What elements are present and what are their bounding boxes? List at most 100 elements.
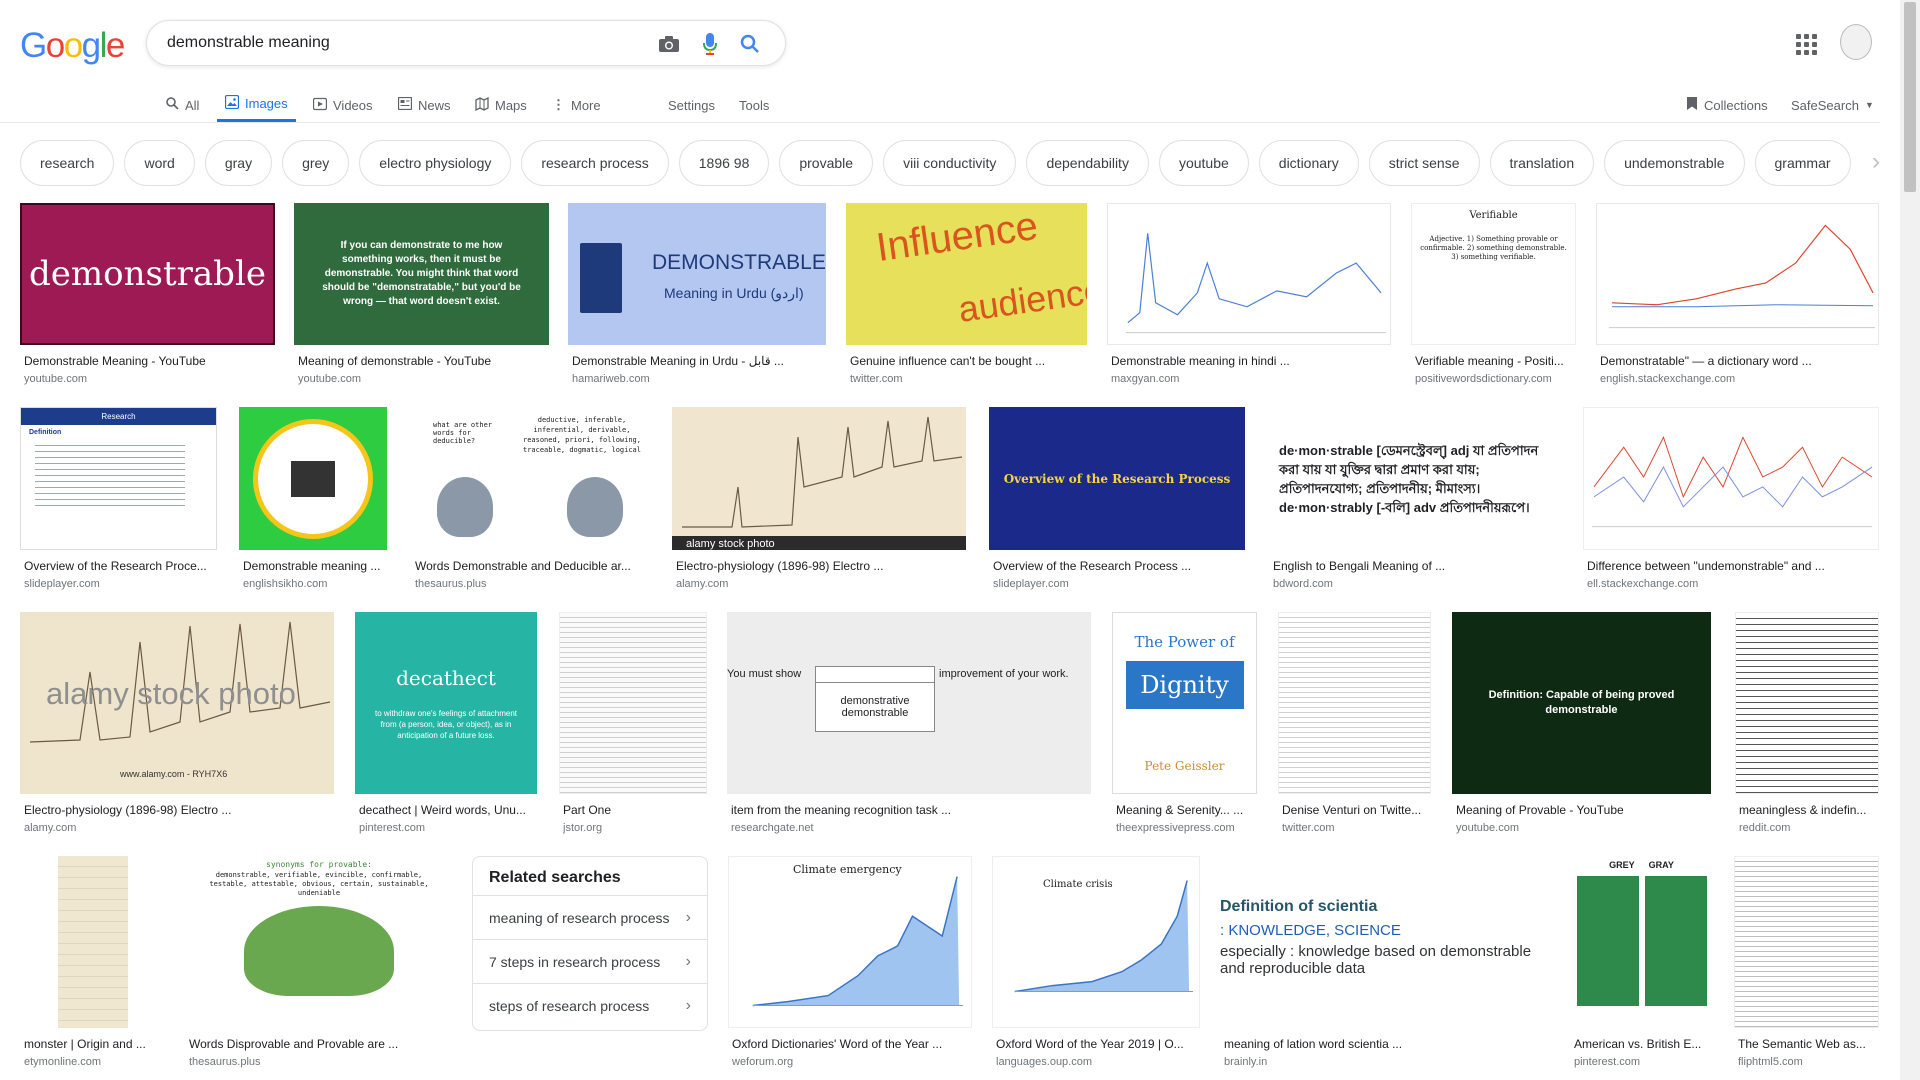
result-title[interactable]: item from the meaning recognition task .… (731, 803, 1091, 817)
image-result[interactable]: Demonstratable" — a dictionary word ... … (1596, 203, 1879, 388)
result-thumbnail[interactable]: Climate crisis (992, 856, 1200, 1028)
chip[interactable]: youtube (1158, 140, 1249, 186)
image-result[interactable]: GREY GRAY American vs. British E... pint… (1570, 856, 1713, 1071)
image-result[interactable]: Overview of the Research Process Overvie… (989, 407, 1245, 592)
result-site[interactable]: fliphtml5.com (1738, 1056, 1881, 1068)
result-thumbnail[interactable]: de·mon·strable [ডেমনস্ট্রেবল্] adj যা প্… (1269, 407, 1563, 550)
tab-all[interactable]: All (166, 88, 199, 122)
result-site[interactable]: twitter.com (850, 373, 1088, 385)
scrollbar-thumb[interactable] (1904, 2, 1916, 192)
chip[interactable]: viii conductivity (883, 140, 1017, 186)
chip[interactable]: provable (779, 140, 874, 186)
result-site[interactable]: languages.oup.com (996, 1056, 1200, 1068)
result-site[interactable]: positivewordsdictionary.com (1415, 373, 1577, 385)
result-site[interactable]: alamy.com (24, 822, 334, 834)
result-site[interactable]: youtube.com (24, 373, 274, 385)
result-site[interactable]: theexpressivepress.com (1116, 822, 1259, 834)
chip[interactable]: undemonstrable (1604, 140, 1745, 186)
search-input[interactable] (167, 34, 647, 52)
result-title[interactable]: Denise Venturi on Twitte... (1282, 803, 1432, 817)
result-thumbnail[interactable]: demonstrable (20, 203, 275, 345)
image-result[interactable]: monster | Origin and ... etymonline.com (20, 856, 166, 1071)
image-result[interactable]: The Power of Dignity Pete Geissler Meani… (1112, 612, 1257, 837)
result-title[interactable]: Electro-physiology (1896-98) Electro ... (676, 559, 966, 573)
result-site[interactable]: etymonline.com (24, 1056, 168, 1068)
result-title[interactable]: Part One (563, 803, 709, 817)
result-thumbnail[interactable] (239, 407, 387, 550)
tab-images[interactable]: Images (217, 88, 296, 122)
result-title[interactable]: Meaning of demonstrable - YouTube (298, 354, 548, 368)
image-result[interactable]: Definition: Capable of being proved demo… (1452, 612, 1711, 837)
related-search-item[interactable]: steps of research process › (473, 983, 707, 1027)
result-site[interactable]: thesaurus.plus (189, 1056, 453, 1068)
chip[interactable]: word (124, 140, 195, 186)
result-site[interactable]: maxgyan.com (1111, 373, 1391, 385)
result-site[interactable]: ell.stackexchange.com (1587, 578, 1879, 590)
image-result[interactable]: Demonstrable meaning ... englishsikho.co… (239, 407, 387, 592)
chip[interactable]: dictionary (1258, 140, 1359, 186)
result-site[interactable]: hamariweb.com (572, 373, 822, 385)
result-thumbnail[interactable]: Influence audience (846, 203, 1087, 345)
result-thumbnail[interactable]: Definition of scientia : KNOWLEDGE, SCIE… (1220, 856, 1549, 1028)
image-result[interactable]: alamy stock photo www.alamy.com - RYH7X6… (20, 612, 334, 837)
chip[interactable]: electro physiology (359, 140, 512, 186)
result-thumbnail[interactable]: Overview of the Research Process (989, 407, 1245, 550)
result-thumbnail[interactable]: Research Definition (20, 407, 217, 550)
result-thumbnail[interactable]: decathect to withdraw one's feelings of … (355, 612, 537, 794)
result-site[interactable]: slideplayer.com (993, 578, 1243, 590)
result-thumbnail[interactable]: You must show demonstrative demonstrable… (727, 612, 1091, 794)
result-title[interactable]: Meaning of Provable - YouTube (1456, 803, 1711, 817)
tab-maps[interactable]: Maps (475, 88, 527, 122)
chevron-right-icon[interactable]: › (1872, 150, 1896, 174)
search-icon[interactable] (738, 32, 762, 56)
result-thumbnail[interactable] (559, 612, 707, 794)
image-result[interactable]: Demonstrable meaning in hindi ... maxgya… (1107, 203, 1391, 388)
related-search-item[interactable]: meaning of research process › (473, 895, 707, 939)
image-result[interactable]: Climate crisis Oxford Word of the Year 2… (992, 856, 1200, 1071)
page-scrollbar[interactable] (1900, 0, 1920, 1080)
result-site[interactable]: youtube.com (298, 373, 548, 385)
chip[interactable]: grey (282, 140, 350, 186)
account-avatar[interactable] (1840, 24, 1872, 60)
result-thumbnail[interactable] (1583, 407, 1879, 550)
image-result[interactable]: synonyms for provable: demonstrable, ver… (185, 856, 453, 1071)
chip[interactable]: research process (521, 140, 669, 186)
tab-more[interactable]: ⋮ More (552, 88, 601, 122)
result-thumbnail[interactable]: DEMONSTRABLE Meaning in Urdu (اردو) (568, 203, 826, 345)
image-result[interactable]: You must show demonstrative demonstrable… (727, 612, 1091, 837)
result-thumbnail[interactable]: alamy stock photo (672, 407, 966, 550)
result-title[interactable]: Demonstrable Meaning in Urdu - قابل ... (572, 354, 822, 368)
microphone-icon[interactable] (698, 32, 722, 56)
tools-link[interactable]: Tools (739, 88, 769, 122)
result-title[interactable]: Words Disprovable and Provable are ... (189, 1037, 453, 1051)
result-title[interactable]: meaningless & indefin... (1739, 803, 1881, 817)
result-thumbnail[interactable] (1734, 856, 1879, 1028)
image-result[interactable]: The Semantic Web as... fliphtml5.com (1734, 856, 1879, 1071)
result-site[interactable]: thesaurus.plus (415, 578, 653, 590)
result-site[interactable]: jstor.org (563, 822, 709, 834)
result-thumbnail[interactable]: synonyms for provable: demonstrable, ver… (185, 856, 453, 1028)
result-title[interactable]: Difference between "undemonstrable" and … (1587, 559, 1879, 573)
image-result[interactable]: Definition of scientia : KNOWLEDGE, SCIE… (1220, 856, 1549, 1071)
result-site[interactable]: weforum.org (732, 1056, 972, 1068)
result-title[interactable]: meaning of lation word scientia ... (1224, 1037, 1549, 1051)
result-title[interactable]: Oxford Word of the Year 2019 | O... (996, 1037, 1200, 1051)
result-title[interactable]: Meaning & Serenity... ... (1116, 803, 1259, 817)
google-logo[interactable]: Google (20, 26, 125, 66)
result-title[interactable]: Overview of the Research Proce... (24, 559, 219, 573)
result-thumbnail[interactable]: what are other words for deducible? dedu… (411, 407, 653, 550)
collections-link[interactable]: Collections (1686, 88, 1768, 122)
image-result[interactable]: Verifiable Adjective. 1) Something prova… (1411, 203, 1576, 388)
result-title[interactable]: monster | Origin and ... (24, 1037, 168, 1051)
image-result[interactable]: de·mon·strable [ডেমনস্ট্রেবল্] adj যা প্… (1269, 407, 1563, 592)
result-thumbnail[interactable] (1107, 203, 1391, 345)
image-result[interactable]: Difference between "undemonstrable" and … (1583, 407, 1879, 592)
result-thumbnail[interactable]: Definition: Capable of being proved demo… (1452, 612, 1711, 794)
tab-news[interactable]: News (397, 88, 451, 122)
image-result[interactable]: Influence audience Genuine influence can… (846, 203, 1087, 388)
result-thumbnail[interactable] (1278, 612, 1431, 794)
image-result[interactable]: meaningless & indefin... reddit.com (1735, 612, 1879, 837)
result-thumbnail[interactable]: GREY GRAY (1570, 856, 1713, 1028)
result-title[interactable]: Genuine influence can't be bought ... (850, 354, 1088, 368)
result-site[interactable]: english.stackexchange.com (1600, 373, 1880, 385)
